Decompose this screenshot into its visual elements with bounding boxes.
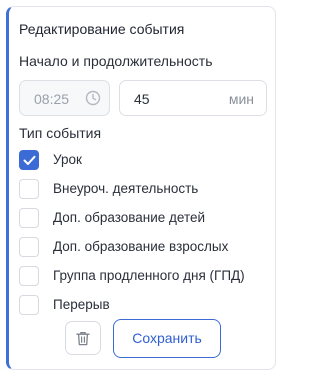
duration-unit: мин [228,91,254,107]
clock-icon [85,90,101,106]
event-type-option[interactable]: Доп. образование детей [19,208,269,230]
event-type-option-label: Доп. образование детей [53,210,206,225]
start-time-field[interactable]: 08:25 [19,80,110,116]
panel-title: Редактирование события [19,21,185,37]
start-time-value: 08:25 [34,91,70,107]
start-duration-label: Начало и продолжительность [19,53,213,69]
event-type-option[interactable]: Внеуроч. деятельность [19,179,269,201]
event-type-option[interactable]: Доп. образование взрослых [19,237,269,259]
checkbox[interactable] [19,295,39,315]
event-type-label: Тип события [19,125,102,141]
event-edit-panel: Редактирование события Начало и продолжи… [6,6,276,370]
event-type-option[interactable]: Группа продленного дня (ГПД) [19,266,269,288]
event-type-option-label: Внеуроч. деятельность [53,181,199,196]
event-type-option-label: Урок [53,152,82,167]
checkbox-checked[interactable] [19,150,39,170]
checkbox[interactable] [19,179,39,199]
trash-icon [76,331,90,346]
checkmark-icon [23,155,36,165]
event-type-option-label: Доп. образование взрослых [53,239,229,254]
event-type-option-label: Перерыв [53,297,110,312]
checkbox[interactable] [19,237,39,257]
checkbox[interactable] [19,266,39,286]
delete-button[interactable] [65,321,101,355]
save-button[interactable]: Сохранить [113,319,221,358]
event-type-option[interactable]: Урок [19,150,269,172]
duration-field[interactable]: 45 мин [119,80,267,116]
event-type-option[interactable]: Перерыв [19,295,269,317]
duration-value: 45 [134,91,150,107]
event-type-option-label: Группа продленного дня (ГПД) [53,268,245,283]
checkbox[interactable] [19,208,39,228]
